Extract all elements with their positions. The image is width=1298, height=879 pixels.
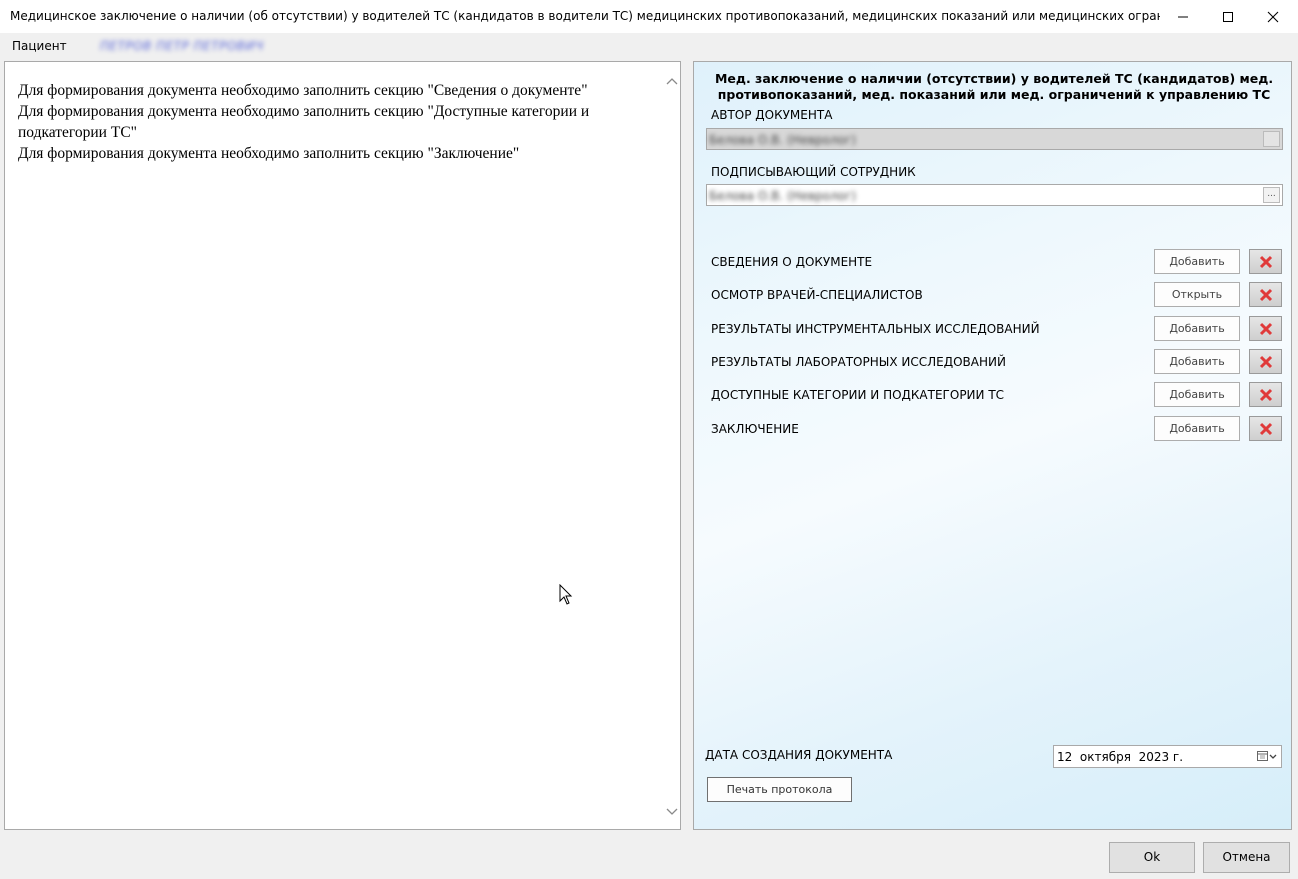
cancel-button[interactable]: Отмена [1203,842,1290,873]
red-x-delete-icon [1259,322,1272,335]
form-title: Мед. заключение о наличии (отсутствии) у… [714,71,1274,102]
delete-lab-results-button[interactable] [1249,349,1282,374]
chevron-up-icon[interactable] [666,76,678,86]
add-lab-results-button[interactable]: Добавить [1154,349,1240,374]
delete-instrumental-results-button[interactable] [1249,316,1282,341]
signer-label: ПОДПИСЫВАЮЩИЙ СОТРУДНИК [711,165,916,179]
delete-document-info-button[interactable] [1249,249,1282,274]
print-protocol-button[interactable]: Печать протокола [707,777,852,802]
minimize-button[interactable] [1160,0,1205,33]
patient-name: ПЕТРОВ ПЕТР ПЕТРОВИЧ [100,39,264,53]
close-button[interactable] [1250,0,1295,33]
red-x-delete-icon [1259,288,1272,301]
maximize-button[interactable] [1205,0,1250,33]
title-bar: Медицинское заключение о наличии (об отс… [0,0,1298,33]
dialog-window: Медицинское заключение о наличии (об отс… [0,0,1298,879]
creation-date-picker[interactable]: 12 октября 2023 г. [1053,745,1282,768]
author-select-button [1263,131,1280,147]
document-form-panel: Мед. заключение о наличии (отсутствии) у… [693,61,1292,830]
section-row-specialists-exam: ОСМОТР ВРАЧЕЙ-СПЕЦИАЛИСТОВ Открыть [711,282,1283,308]
signer-field[interactable]: Белова О.В. (Невролог) ... [706,184,1283,206]
date-value: 12 октября 2023 г. [1057,750,1184,764]
ok-button[interactable]: Ok [1109,842,1195,873]
mouse-pointer-icon [559,584,573,605]
close-icon [1267,11,1278,22]
validation-messages-panel[interactable]: Для формирования документа необходимо за… [4,61,681,830]
section-row-vehicle-categories: ДОСТУПНЫЕ КАТЕГОРИИ И ПОДКАТЕГОРИИ ТС До… [711,382,1283,408]
window-title: Медицинское заключение о наличии (об отс… [10,9,1160,23]
patient-label: Пациент [12,39,67,53]
add-conclusion-button[interactable]: Добавить [1154,416,1240,441]
minimize-icon [1177,16,1188,17]
list-item: Для формирования документа необходимо за… [18,103,590,141]
chevron-down-icon[interactable] [666,807,678,817]
section-row-lab-results: РЕЗУЛЬТАТЫ ЛАБОРАТОРНЫХ ИССЛЕДОВАНИЙ Доб… [711,349,1283,375]
delete-conclusion-button[interactable] [1249,416,1282,441]
section-row-instrumental-results: РЕЗУЛЬТАТЫ ИНСТРУМЕНТАЛЬНЫХ ИССЛЕДОВАНИЙ… [711,316,1283,342]
patient-bar: Пациент ПЕТРОВ ПЕТР ПЕТРОВИЧ [0,33,1298,58]
delete-specialists-exam-button[interactable] [1249,282,1282,307]
section-label: ДОСТУПНЫЕ КАТЕГОРИИ И ПОДКАТЕГОРИИ ТС [711,388,1005,402]
add-document-info-button[interactable]: Добавить [1154,249,1240,274]
date-label: ДАТА СОЗДАНИЯ ДОКУМЕНТА [705,748,893,762]
section-row-conclusion: ЗАКЛЮЧЕНИЕ Добавить [711,416,1283,442]
delete-vehicle-categories-button[interactable] [1249,382,1282,407]
section-row-document-info: СВЕДЕНИЯ О ДОКУМЕНТЕ Добавить [711,249,1283,275]
red-x-delete-icon [1259,388,1272,401]
list-item: Для формирования документа необходимо за… [18,82,588,99]
section-label: РЕЗУЛЬТАТЫ ЛАБОРАТОРНЫХ ИССЛЕДОВАНИЙ [711,355,1006,369]
section-label: ЗАКЛЮЧЕНИЕ [711,422,799,436]
add-vehicle-categories-button[interactable]: Добавить [1154,382,1240,407]
red-x-delete-icon [1259,422,1272,435]
open-specialists-exam-button[interactable]: Открыть [1154,282,1240,307]
calendar-dropdown-icon[interactable] [1256,749,1278,763]
signer-select-button[interactable]: ... [1263,187,1280,203]
add-instrumental-results-button[interactable]: Добавить [1154,316,1240,341]
message-list: Для формирования документа необходимо за… [18,80,638,164]
author-value: Белова О.В. (Невролог) [709,133,857,147]
list-item: Для формирования документа необходимо за… [18,145,520,162]
red-x-delete-icon [1259,355,1272,368]
section-label: ОСМОТР ВРАЧЕЙ-СПЕЦИАЛИСТОВ [711,288,923,302]
red-x-delete-icon [1259,255,1272,268]
signer-value: Белова О.В. (Невролог) [709,189,857,203]
section-label: РЕЗУЛЬТАТЫ ИНСТРУМЕНТАЛЬНЫХ ИССЛЕДОВАНИЙ [711,322,1040,336]
author-field: Белова О.В. (Невролог) [706,128,1283,150]
author-label: АВТОР ДОКУМЕНТА [711,108,833,122]
section-label: СВЕДЕНИЯ О ДОКУМЕНТЕ [711,255,873,269]
maximize-icon [1222,11,1233,22]
